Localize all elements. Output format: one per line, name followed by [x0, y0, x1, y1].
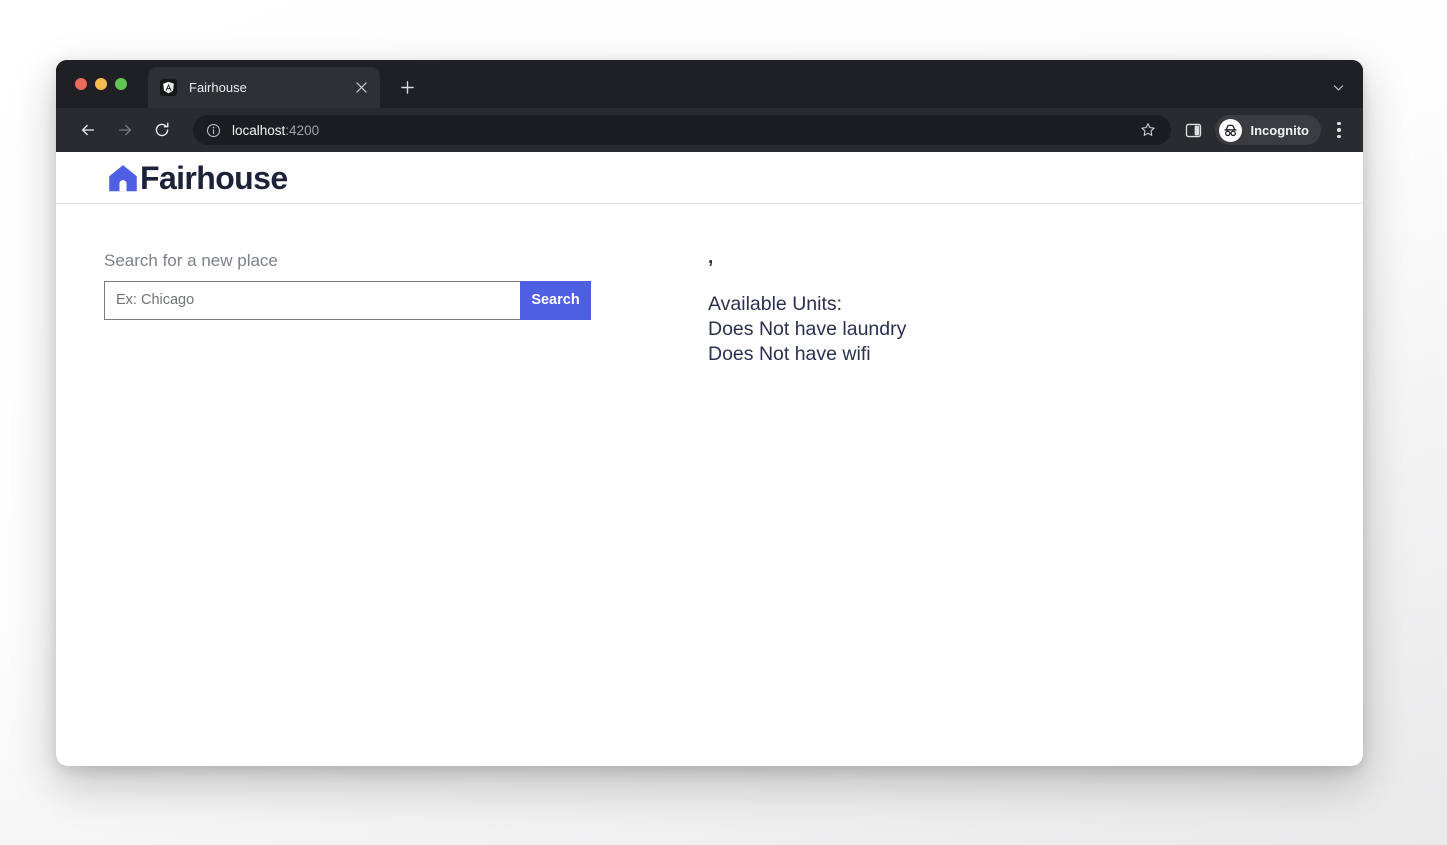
search-input[interactable]	[104, 280, 520, 320]
info-circle-icon[interactable]	[205, 122, 221, 138]
brand-logo[interactable]: Fairhouse	[104, 159, 288, 197]
reload-icon[interactable]	[146, 114, 178, 146]
search-results: , Available Units: Does Not have laundry…	[708, 246, 906, 367]
arrow-left-icon[interactable]	[72, 114, 104, 146]
result-line-available-units: Available Units:	[708, 292, 843, 315]
search-panel: Search for a new place Search	[104, 251, 591, 320]
browser-window: Fairhouse localhost:4200 Incognito Fairh…	[56, 60, 1363, 766]
browser-tab-title: Fairhouse	[189, 80, 247, 95]
menu-dot	[1337, 121, 1341, 126]
browser-tab-fairhouse[interactable]: Fairhouse	[148, 67, 380, 108]
result-line-laundry: Does Not have laundry	[708, 317, 907, 340]
new-tab-button[interactable]	[394, 74, 420, 100]
result-meta-text: ,	[708, 247, 714, 268]
window-maximize-button[interactable]	[115, 78, 127, 90]
desktop-background: Fairhouse localhost:4200 Incognito Fairh…	[0, 0, 1447, 845]
close-icon[interactable]	[352, 79, 370, 97]
profile-chip-label: Incognito	[1250, 122, 1310, 138]
browser-toolbar: localhost:4200 Incognito	[56, 108, 1363, 152]
search-button[interactable]: Search	[520, 280, 591, 320]
url-host: localhost	[232, 122, 286, 138]
incognito-icon	[1218, 118, 1242, 142]
arrow-right-icon	[109, 114, 141, 146]
site-header: Fairhouse	[56, 152, 1363, 204]
chevron-down-icon[interactable]	[1325, 74, 1351, 100]
menu-dot	[1337, 134, 1341, 139]
result-line-wifi: Does Not have wifi	[708, 342, 871, 365]
menu-dot	[1337, 128, 1341, 132]
page-content: Search for a new place Search , Availabl…	[56, 204, 1363, 765]
page-viewport: Fairhouse Search for a new place Search …	[56, 152, 1363, 766]
side-panel-icon[interactable]	[1179, 115, 1209, 145]
address-bar-url: localhost:4200	[232, 123, 319, 138]
url-port: :4200	[285, 122, 320, 138]
window-minimize-button[interactable]	[95, 78, 107, 90]
profile-chip-incognito[interactable]: Incognito	[1214, 115, 1321, 145]
search-row: Search	[104, 280, 591, 320]
browser-tab-strip: Fairhouse	[56, 60, 1363, 108]
star-icon[interactable]	[1137, 119, 1159, 141]
address-bar[interactable]: localhost:4200	[193, 115, 1171, 145]
angular-icon	[160, 79, 177, 96]
window-close-button[interactable]	[75, 78, 87, 90]
house-icon	[104, 159, 142, 197]
brand-name: Fairhouse	[140, 159, 288, 196]
search-label: Search for a new place	[104, 251, 278, 270]
three-dots-icon[interactable]	[1325, 115, 1353, 145]
window-traffic-lights	[75, 78, 127, 90]
